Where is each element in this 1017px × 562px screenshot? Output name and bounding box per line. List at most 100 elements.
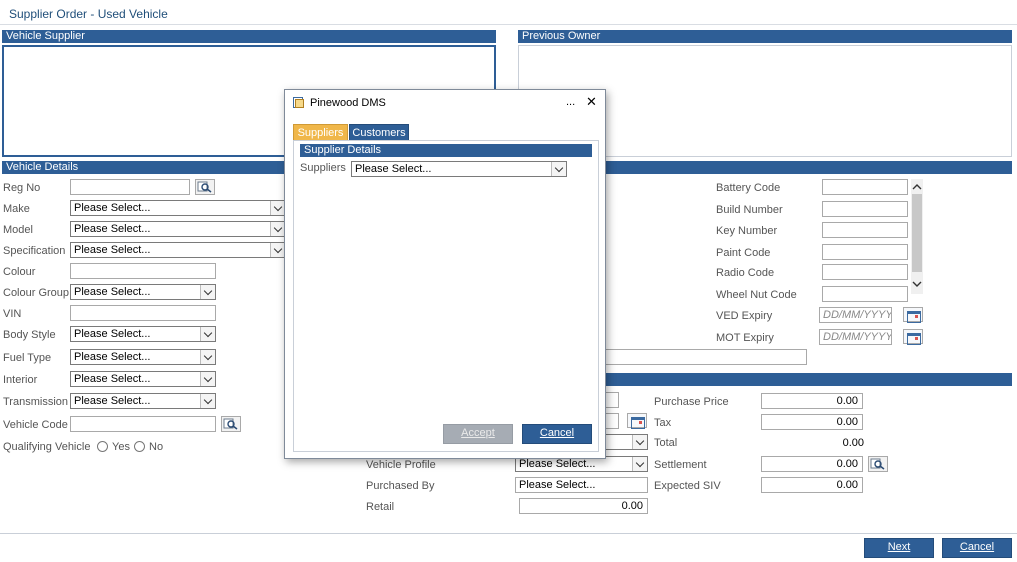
make-select-value: Please Select... bbox=[74, 202, 151, 214]
chevron-down-icon bbox=[270, 243, 285, 257]
retail-label: Retail bbox=[366, 501, 395, 513]
chevron-down-icon bbox=[270, 201, 285, 215]
page-title: Supplier Order - Used Vehicle bbox=[9, 7, 168, 21]
close-icon[interactable]: ✕ bbox=[586, 94, 597, 110]
vin-label: VIN bbox=[3, 308, 22, 320]
chevron-down-icon bbox=[632, 457, 647, 471]
model-select[interactable]: Please Select... bbox=[70, 221, 286, 237]
body-style-select-value: Please Select... bbox=[74, 328, 151, 340]
middle-calendar-button[interactable] bbox=[627, 413, 647, 429]
qualifying-yes-label: Yes bbox=[112, 441, 130, 453]
tab-customers[interactable]: Customers bbox=[349, 124, 409, 141]
vehicle-code-input[interactable] bbox=[70, 416, 216, 432]
model-label: Model bbox=[3, 224, 33, 236]
make-select[interactable]: Please Select... bbox=[70, 200, 286, 216]
radio-code-input[interactable] bbox=[822, 264, 908, 280]
suppliers-select[interactable]: Please Select... bbox=[351, 161, 567, 177]
body-style-select[interactable]: Please Select... bbox=[70, 326, 216, 342]
mot-expiry-label: MOT Expiry bbox=[716, 332, 774, 344]
supplier-details-header: Supplier Details bbox=[300, 144, 592, 157]
purchase-price-input[interactable]: 0.00 bbox=[761, 393, 863, 409]
interior-label: Interior bbox=[3, 374, 38, 386]
chevron-down-icon bbox=[200, 327, 215, 341]
vehicle-supplier-header: Vehicle Supplier bbox=[2, 30, 496, 43]
expected-siv-label: Expected SIV bbox=[654, 480, 721, 492]
reg-no-search-button[interactable] bbox=[195, 179, 215, 195]
chevron-up-icon[interactable] bbox=[911, 181, 923, 193]
scrollbar-thumb[interactable] bbox=[912, 194, 922, 272]
transmission-label: Transmission bbox=[3, 396, 68, 408]
dialog-cancel-button[interactable]: Cancel bbox=[522, 424, 592, 444]
cancel-button[interactable]: Cancel bbox=[942, 538, 1012, 558]
ved-expiry-input[interactable]: DD/MM/YYYY bbox=[819, 307, 892, 323]
chevron-down-icon bbox=[200, 372, 215, 386]
reg-no-input[interactable] bbox=[70, 179, 190, 195]
colour-group-label: Colour Group bbox=[3, 287, 70, 299]
interior-select[interactable]: Please Select... bbox=[70, 371, 216, 387]
specification-select-value: Please Select... bbox=[74, 244, 151, 256]
dialog-content-panel: Supplier Details Suppliers Please Select… bbox=[293, 140, 599, 452]
purchased-by-input[interactable]: Please Select... bbox=[515, 477, 648, 493]
build-number-input[interactable] bbox=[822, 201, 908, 217]
battery-code-input[interactable] bbox=[822, 179, 908, 195]
fuel-type-select[interactable]: Please Select... bbox=[70, 349, 216, 365]
reg-no-label: Reg No bbox=[3, 182, 41, 194]
qualifying-yes-radio[interactable] bbox=[97, 441, 108, 452]
wheel-nut-code-input[interactable] bbox=[822, 286, 908, 302]
paint-code-input[interactable] bbox=[822, 244, 908, 260]
retail-input[interactable]: 0.00 bbox=[519, 498, 648, 514]
ved-calendar-button[interactable] bbox=[903, 307, 923, 323]
previous-owner-header: Previous Owner bbox=[518, 30, 1012, 43]
paint-code-label: Paint Code bbox=[716, 247, 771, 259]
expected-siv-input[interactable]: 0.00 bbox=[761, 477, 863, 493]
qualifying-no-label: No bbox=[149, 441, 164, 453]
suppliers-select-value: Please Select... bbox=[355, 163, 432, 175]
vehicle-code-search-button[interactable] bbox=[221, 416, 241, 432]
chevron-down-icon bbox=[200, 394, 215, 408]
dialog-more-button[interactable]: ... bbox=[566, 96, 575, 108]
chevron-down-icon[interactable] bbox=[911, 278, 923, 290]
chevron-down-icon bbox=[270, 222, 285, 236]
mot-expiry-input[interactable]: DD/MM/YYYY bbox=[819, 329, 892, 345]
next-button[interactable]: Next bbox=[864, 538, 934, 558]
purchased-by-label: Purchased By bbox=[366, 480, 435, 492]
tab-suppliers[interactable]: Suppliers bbox=[293, 124, 348, 141]
key-number-label: Key Number bbox=[716, 225, 778, 237]
tax-input[interactable]: 0.00 bbox=[761, 414, 863, 430]
tax-label: Tax bbox=[654, 417, 672, 429]
battery-code-label: Battery Code bbox=[716, 182, 781, 194]
search-icon bbox=[197, 181, 212, 193]
interior-select-value: Please Select... bbox=[74, 373, 151, 385]
qualifying-no-radio[interactable] bbox=[134, 441, 145, 452]
transmission-select-value: Please Select... bbox=[74, 395, 151, 407]
vehicle-profile-label: Vehicle Profile bbox=[366, 459, 436, 471]
wheel-nut-code-label: Wheel Nut Code bbox=[716, 289, 797, 301]
vehicle-code-label: Vehicle Code bbox=[3, 419, 68, 431]
build-number-label: Build Number bbox=[716, 204, 783, 216]
key-number-input[interactable] bbox=[822, 222, 908, 238]
vin-input[interactable] bbox=[70, 305, 216, 321]
colour-input[interactable] bbox=[70, 263, 216, 279]
accept-button[interactable]: Accept bbox=[443, 424, 513, 444]
footer-divider bbox=[0, 533, 1017, 534]
settlement-search-button[interactable] bbox=[868, 456, 888, 472]
specification-label: Specification bbox=[3, 245, 66, 257]
model-select-value: Please Select... bbox=[74, 223, 151, 235]
total-value: 0.00 bbox=[842, 437, 864, 449]
colour-label: Colour bbox=[3, 266, 36, 278]
suppliers-label: Suppliers bbox=[300, 162, 346, 174]
make-label: Make bbox=[3, 203, 30, 215]
notes-input[interactable] bbox=[600, 349, 807, 365]
window-icon bbox=[293, 97, 304, 108]
chevron-down-icon bbox=[200, 350, 215, 364]
purchase-details-header bbox=[600, 373, 1012, 386]
colour-group-select-value: Please Select... bbox=[74, 286, 151, 298]
total-label: Total bbox=[654, 437, 678, 449]
transmission-select[interactable]: Please Select... bbox=[70, 393, 216, 409]
middle-select[interactable] bbox=[600, 434, 648, 450]
settlement-input[interactable]: 0.00 bbox=[761, 456, 863, 472]
codes-scrollbar[interactable] bbox=[911, 179, 923, 294]
specification-select[interactable]: Please Select... bbox=[70, 242, 286, 258]
colour-group-select[interactable]: Please Select... bbox=[70, 284, 216, 300]
mot-calendar-button[interactable] bbox=[903, 329, 923, 345]
